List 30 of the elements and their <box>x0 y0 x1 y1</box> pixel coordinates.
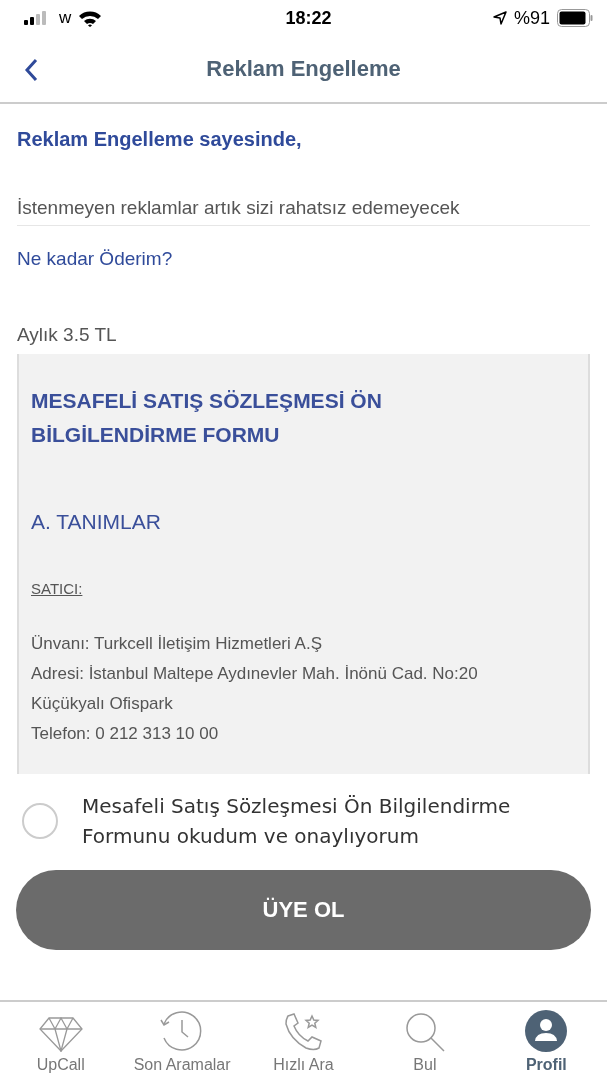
tab-bar-item[interactable]: UpCall <box>0 1002 122 1080</box>
diamond-icon <box>38 1016 83 1052</box>
page-title: Reklam Engelleme <box>206 56 401 82</box>
search-icon <box>404 1012 445 1052</box>
agreement-title: MESAFELİ SATIŞ SÖZLEŞMESİ ÖN BİLGİLENDİRME FORMU <box>31 388 383 448</box>
tab-bar-item[interactable]: Hızlı Ara <box>242 1002 365 1080</box>
tab-bar-item[interactable]: Profil <box>485 1002 607 1080</box>
user-icon <box>525 1010 568 1052</box>
seller-label: SATICI: <box>31 580 84 597</box>
agreement-line: Ünvanı: Turkcell İletişim Hizmetleri A.Ş <box>31 633 323 655</box>
tab-bar-item[interactable]: Son Aramalar <box>121 1002 243 1080</box>
carrier-name: w <box>59 8 72 28</box>
battery-percentage: %91 <box>513 7 550 29</box>
consent-radio[interactable] <box>22 803 58 839</box>
tab-bar-item[interactable]: Bul <box>364 1002 486 1080</box>
battery-icon <box>557 9 593 27</box>
location-arrow-icon <box>492 11 507 25</box>
chevron-left-icon <box>24 58 38 82</box>
section-heading: Reklam Engelleme sayesinde, <box>17 128 303 151</box>
phone-star-icon <box>283 1012 324 1052</box>
wifi-icon <box>78 9 103 27</box>
agreement-line: Küçükyalı Ofispark <box>31 693 174 715</box>
consent-label: Mesafeli Satış Sözleşmesi Ön Bilgilendirme Formunu okudum ve onaylıyorum <box>82 793 512 850</box>
price-link[interactable]: Ne kadar Öderim? <box>17 248 173 270</box>
agreement-line: Telefon: 0 212 313 10 00 <box>31 723 220 745</box>
description-text: İstenmeyen reklamlar artık sizi rahatsız edemeyecek <box>17 197 590 226</box>
clock-time: 18:22 <box>285 7 332 29</box>
agreement-line: Adresi: İstanbul Maltepe Aydınevler Mah. İnönü Cad. No:20 <box>31 663 479 685</box>
section-title: A. TANIMLAR <box>31 510 162 534</box>
price-text: Aylık 3.5 TL <box>17 324 118 346</box>
